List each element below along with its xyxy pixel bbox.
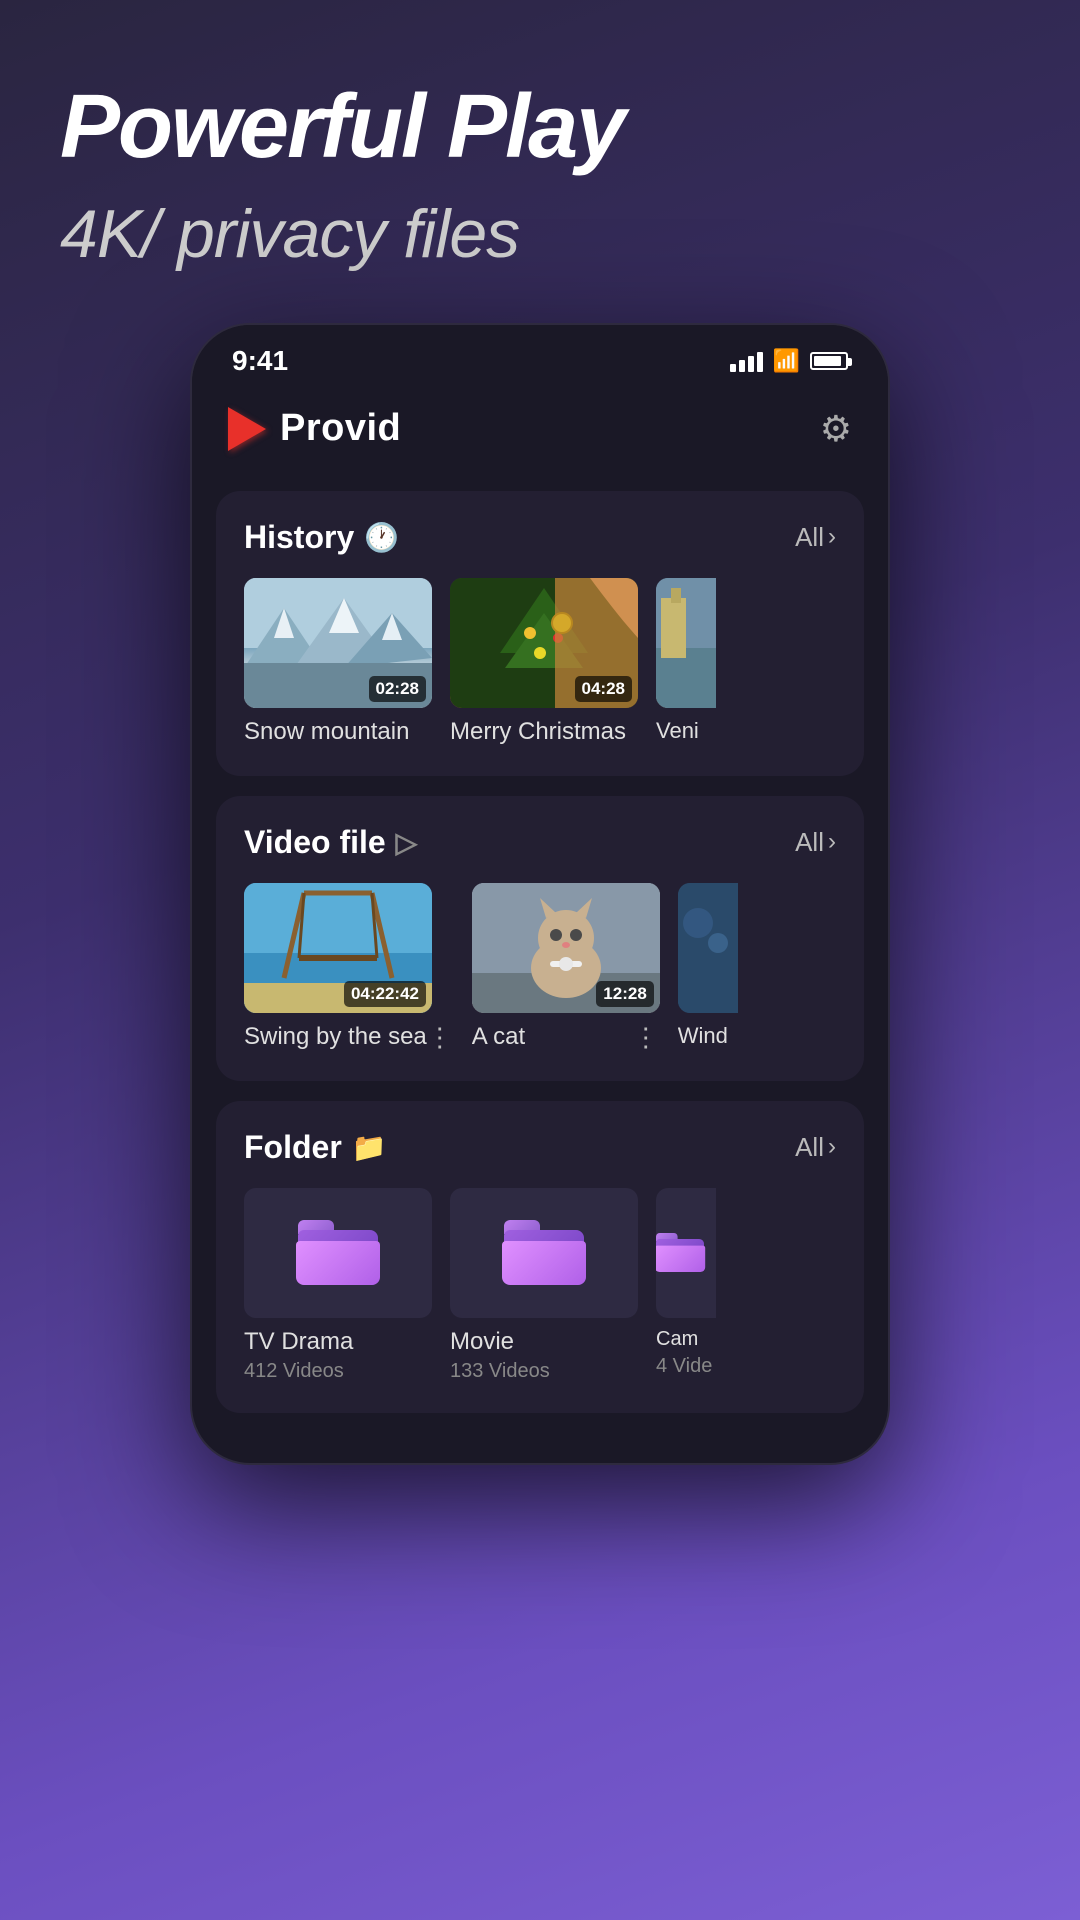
folder-shape xyxy=(298,1220,378,1285)
video-item-cat[interactable]: 12:28 A cat ⋮ xyxy=(472,883,660,1051)
history-header: History 🕐 All › xyxy=(244,519,836,556)
folder-item-cam[interactable]: Cam 4 Vide xyxy=(656,1188,724,1383)
app-logo: Provid xyxy=(228,407,401,451)
video-file-section: Video file ▷ All › xyxy=(216,796,864,1081)
video-file-all-button[interactable]: All › xyxy=(795,827,836,858)
xmas-duration: 04:28 xyxy=(575,676,632,702)
folder-shape-movie xyxy=(504,1220,584,1285)
sea-thumbnail: 04:22:42 xyxy=(244,883,432,1013)
snow-label: Snow mountain xyxy=(244,718,432,746)
cam-count: 4 Vide xyxy=(656,1355,724,1378)
movie-count: 133 Videos xyxy=(450,1360,638,1383)
cat-more-button[interactable]: ⋮ xyxy=(633,1024,660,1050)
battery-icon xyxy=(810,352,848,370)
cat-duration: 12:28 xyxy=(596,981,653,1007)
history-thumbs: 02:28 Snow mountain xyxy=(244,578,836,746)
folder-chevron-icon: › xyxy=(828,1133,836,1161)
video-item-sea[interactable]: 04:22:42 Swing by the sea ⋮ xyxy=(244,883,454,1051)
logo-icon xyxy=(228,407,266,451)
video-file-title: Video file ▷ xyxy=(244,824,417,861)
history-item-snow[interactable]: 02:28 Snow mountain xyxy=(244,578,432,746)
xmas-thumbnail: 04:28 xyxy=(450,578,638,708)
movie-label: Movie xyxy=(450,1328,638,1356)
hero-subtitle: 4K/ privacy files xyxy=(0,175,1080,273)
cam-thumbnail xyxy=(656,1188,716,1318)
tvdrama-label: TV Drama xyxy=(244,1328,432,1356)
tvdrama-folder-icon xyxy=(244,1188,432,1318)
cat-label: A cat xyxy=(472,1023,525,1051)
status-icons: 📶 xyxy=(730,348,848,374)
movie-thumbnail xyxy=(450,1188,638,1318)
video-item-wind[interactable]: Wind xyxy=(678,883,746,1051)
history-clock-icon: 🕐 xyxy=(364,521,399,554)
wind-label: Wind xyxy=(678,1023,746,1049)
video-chevron-icon: › xyxy=(828,828,836,856)
tvdrama-thumbnail xyxy=(244,1188,432,1318)
history-all-button[interactable]: All › xyxy=(795,522,836,553)
folder-item-tvdrama[interactable]: TV Drama 412 Videos xyxy=(244,1188,432,1383)
movie-folder-icon xyxy=(450,1188,638,1318)
wifi-icon: 📶 xyxy=(773,348,800,374)
folder-item-movie[interactable]: Movie 133 Videos xyxy=(450,1188,638,1383)
app-name: Provid xyxy=(280,407,401,450)
folder-all-button[interactable]: All › xyxy=(795,1132,836,1163)
app-header: Provid ⚙ xyxy=(192,387,888,471)
status-bar: 9:41 📶 xyxy=(192,325,888,387)
xmas-label: Merry Christmas xyxy=(450,718,638,746)
history-section: History 🕐 All › xyxy=(216,491,864,776)
folder-thumbs: TV Drama 412 Videos Mov xyxy=(244,1188,836,1383)
folder-title: Folder 📁 xyxy=(244,1129,387,1166)
settings-icon[interactable]: ⚙ xyxy=(820,408,852,450)
folder-section: Folder 📁 All › xyxy=(216,1101,864,1413)
sea-duration: 04:22:42 xyxy=(344,981,426,1007)
history-title: History 🕐 xyxy=(244,519,399,556)
cam-folder-icon xyxy=(656,1233,692,1272)
snow-thumbnail: 02:28 xyxy=(244,578,432,708)
tvdrama-count: 412 Videos xyxy=(244,1360,432,1383)
history-item-venice[interactable]: Veni xyxy=(656,578,724,746)
cam-label: Cam xyxy=(656,1328,724,1351)
signal-icon xyxy=(730,350,763,372)
play-outline-icon: ▷ xyxy=(396,826,418,859)
folder-header: Folder 📁 All › xyxy=(244,1129,836,1166)
history-chevron-icon: › xyxy=(828,523,836,551)
snow-duration: 02:28 xyxy=(369,676,426,702)
cat-thumbnail: 12:28 xyxy=(472,883,660,1013)
phone-screen: 9:41 📶 Provid ⚙ xyxy=(190,323,890,1465)
history-item-xmas[interactable]: 04:28 Merry Christmas xyxy=(450,578,638,746)
video-file-header: Video file ▷ All › xyxy=(244,824,836,861)
venice-label: Veni xyxy=(656,718,724,744)
video-thumbs: 04:22:42 Swing by the sea ⋮ xyxy=(244,883,836,1051)
hero-title: Powerful Play xyxy=(0,0,1080,175)
sea-more-button[interactable]: ⋮ xyxy=(427,1024,454,1050)
wind-thumbnail xyxy=(678,883,738,1013)
sea-label: Swing by the sea xyxy=(244,1023,427,1051)
venice-thumbnail xyxy=(656,578,716,708)
phone-mockup: 9:41 📶 Provid ⚙ xyxy=(0,323,1080,1465)
folder-icon-header: 📁 xyxy=(352,1131,387,1164)
status-time: 9:41 xyxy=(232,345,288,377)
